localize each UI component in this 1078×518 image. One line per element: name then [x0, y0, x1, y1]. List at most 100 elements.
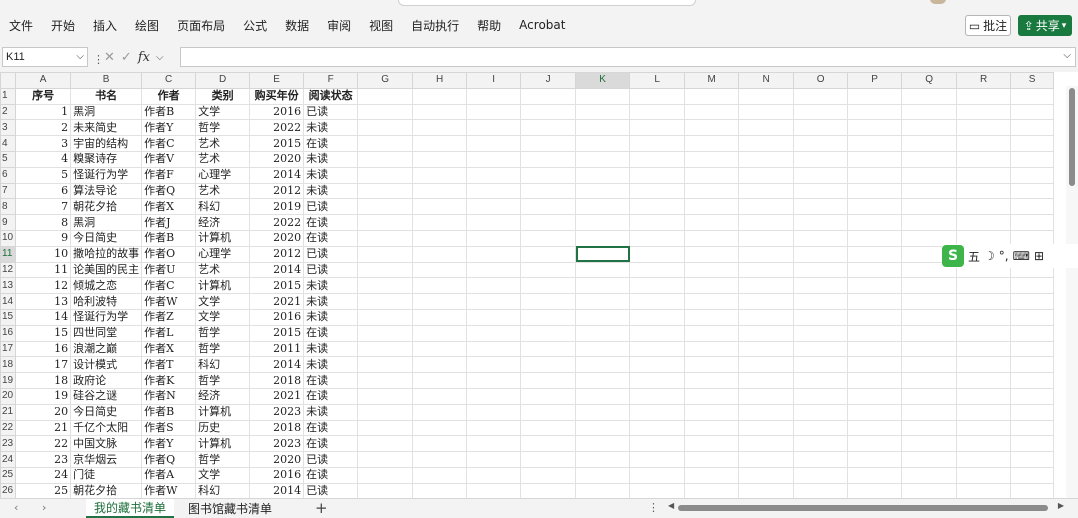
cell[interactable]: 撒哈拉的故事 — [70, 245, 143, 263]
cell[interactable] — [901, 419, 958, 437]
cell[interactable] — [956, 150, 1012, 168]
cell[interactable] — [1010, 403, 1055, 421]
cell[interactable]: 未读 — [303, 293, 359, 310]
cell[interactable] — [956, 451, 1012, 468]
cell[interactable]: 2015 — [249, 135, 305, 152]
cell[interactable] — [629, 198, 686, 216]
cell[interactable]: 怪诞行为学 — [70, 308, 143, 326]
cell[interactable] — [901, 103, 958, 121]
cell[interactable] — [956, 87, 1012, 105]
cell[interactable]: 作者C — [141, 135, 197, 152]
cell[interactable] — [520, 198, 577, 216]
cell[interactable] — [738, 356, 795, 374]
cell[interactable] — [956, 214, 1012, 231]
cell[interactable] — [901, 150, 958, 168]
search-box[interactable] — [398, 0, 696, 6]
chevron-down-icon[interactable]: ⌵ — [76, 51, 84, 62]
cell[interactable]: 作者U — [141, 261, 197, 279]
cell[interactable] — [793, 150, 849, 168]
cell[interactable] — [520, 340, 577, 358]
cell[interactable] — [575, 435, 631, 453]
row-header[interactable]: 9 — [0, 214, 17, 231]
header-cell[interactable]: 序号 — [15, 87, 72, 105]
cell[interactable]: 黑洞 — [70, 214, 143, 231]
cell[interactable] — [956, 419, 1012, 437]
column-header[interactable]: F — [303, 72, 359, 89]
cell[interactable]: 设计模式 — [70, 356, 143, 374]
cell[interactable] — [412, 482, 468, 498]
cell[interactable] — [466, 466, 522, 484]
cell[interactable] — [956, 135, 1012, 152]
cell[interactable]: 作者Z — [141, 308, 197, 326]
cell[interactable] — [847, 293, 903, 310]
cell[interactable]: 中国文脉 — [70, 435, 143, 453]
column-header[interactable]: Q — [901, 72, 958, 89]
cell[interactable] — [738, 198, 795, 216]
cell[interactable] — [466, 229, 522, 247]
scroll-left-icon[interactable]: ◀ — [668, 501, 674, 510]
cell[interactable] — [738, 435, 795, 453]
cell[interactable]: 在读 — [303, 324, 359, 342]
cell[interactable] — [793, 277, 849, 295]
row-header[interactable]: 25 — [0, 466, 17, 484]
cell[interactable] — [793, 214, 849, 231]
active-cell[interactable] — [575, 245, 631, 263]
cell[interactable]: 未读 — [303, 150, 359, 168]
cell[interactable] — [684, 403, 740, 421]
cell[interactable] — [684, 261, 740, 279]
cell[interactable]: 2018 — [249, 419, 305, 437]
cell[interactable] — [1010, 435, 1055, 453]
cell[interactable] — [466, 419, 522, 437]
cell[interactable] — [412, 245, 468, 263]
cell[interactable] — [575, 103, 631, 121]
cell[interactable] — [357, 293, 414, 310]
cell[interactable]: 艺术 — [195, 135, 251, 152]
cell[interactable] — [520, 277, 577, 295]
cell[interactable] — [901, 198, 958, 216]
cell[interactable]: 在读 — [303, 419, 359, 437]
comment-button[interactable]: ▭ 批注 — [965, 15, 1011, 36]
cell[interactable] — [357, 245, 414, 263]
cell[interactable] — [793, 166, 849, 184]
insert-function-icon[interactable]: fx — [138, 50, 150, 65]
cell[interactable]: 心理学 — [195, 166, 251, 184]
cell[interactable] — [793, 466, 849, 484]
cell[interactable] — [738, 387, 795, 405]
cell[interactable] — [847, 340, 903, 358]
cell[interactable]: 作者V — [141, 150, 197, 168]
cell[interactable]: 京华烟云 — [70, 451, 143, 468]
cell[interactable]: 2019 — [249, 198, 305, 216]
cell[interactable] — [520, 419, 577, 437]
cell[interactable] — [1010, 372, 1055, 389]
cell[interactable]: 哲学 — [195, 340, 251, 358]
menu-item[interactable]: 自动执行 — [402, 17, 468, 34]
cell[interactable] — [520, 166, 577, 184]
cell[interactable] — [629, 182, 686, 200]
sheet-tab-library-books[interactable]: 图书馆藏书清单 — [180, 499, 280, 518]
cell[interactable] — [684, 387, 740, 405]
cell[interactable]: 已读 — [303, 103, 359, 121]
cell[interactable] — [412, 293, 468, 310]
cell[interactable] — [901, 482, 958, 498]
cell[interactable] — [956, 103, 1012, 121]
cell[interactable] — [793, 261, 849, 279]
cell[interactable]: 2016 — [249, 308, 305, 326]
header-cell[interactable]: 类别 — [195, 87, 251, 105]
row-header[interactable]: 19 — [0, 372, 17, 389]
cell[interactable]: 作者W — [141, 482, 197, 498]
row-header[interactable]: 7 — [0, 182, 17, 200]
cell[interactable] — [520, 103, 577, 121]
cell[interactable]: 2014 — [249, 261, 305, 279]
cell[interactable] — [847, 245, 903, 263]
cell[interactable] — [738, 229, 795, 247]
cell[interactable] — [847, 150, 903, 168]
cell[interactable] — [684, 324, 740, 342]
cell[interactable] — [684, 103, 740, 121]
cell[interactable] — [357, 340, 414, 358]
cell[interactable]: 8 — [15, 214, 72, 231]
cell[interactable]: 未读 — [303, 182, 359, 200]
cell[interactable] — [684, 356, 740, 374]
cell[interactable] — [901, 324, 958, 342]
cell[interactable] — [684, 182, 740, 200]
cell[interactable] — [575, 466, 631, 484]
